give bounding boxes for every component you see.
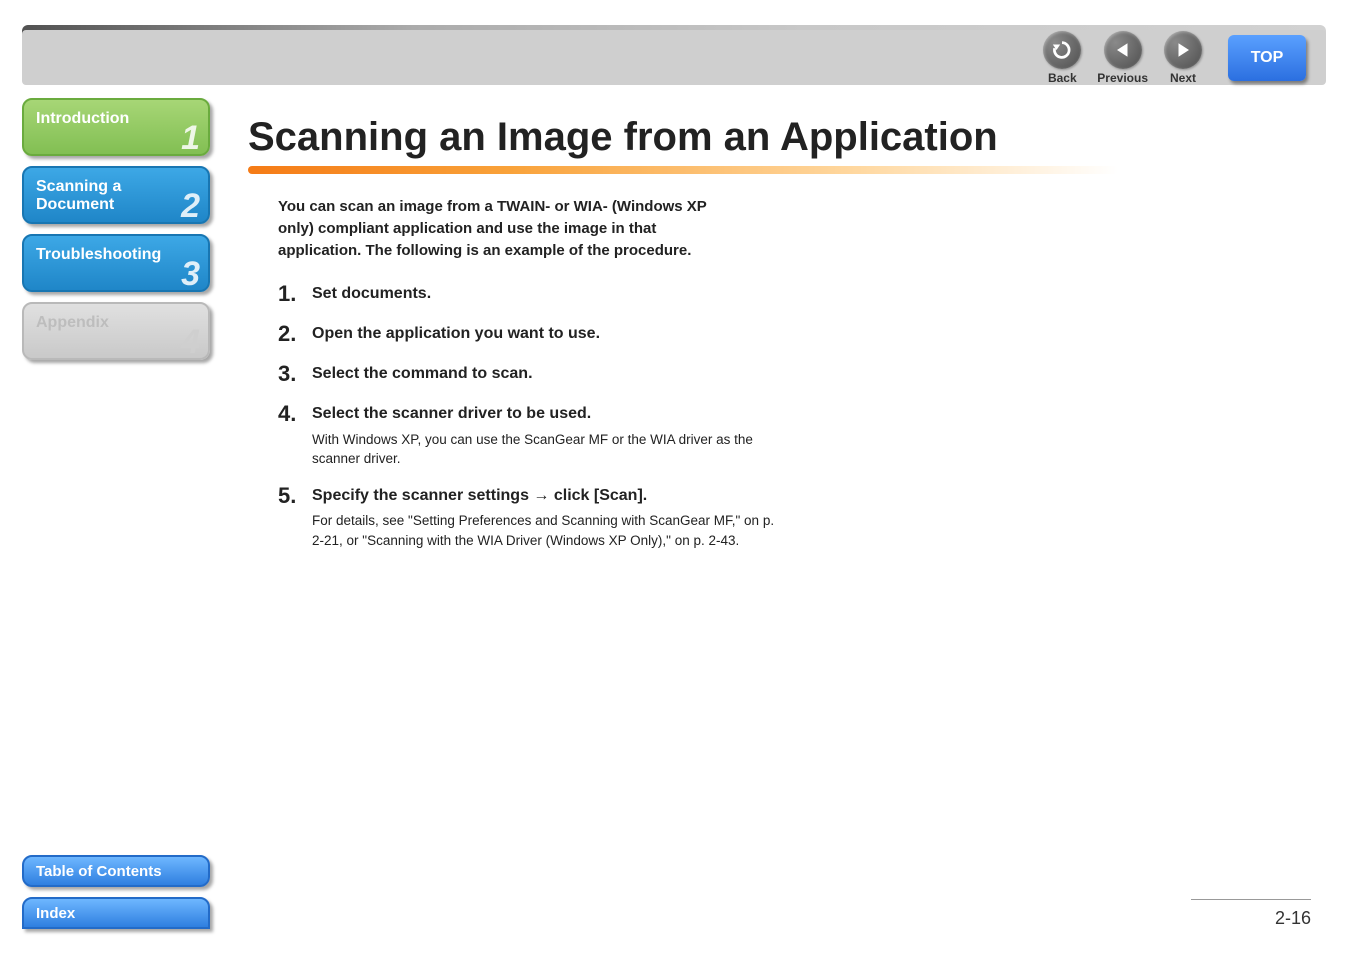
steps-list: 1. Set documents. 2. Open the applicatio…	[278, 281, 778, 550]
step-4: 4. Select the scanner driver to be used.…	[278, 401, 778, 469]
step-number: 2.	[278, 321, 312, 347]
toc-label: Table of Contents	[36, 863, 162, 880]
step-title: Set documents.	[312, 283, 778, 305]
sidebar-item-label: Troubleshooting	[36, 246, 161, 263]
next-label: Next	[1170, 71, 1196, 85]
step-body: Specify the scanner settings → click [Sc…	[312, 483, 778, 551]
sidebar-item-number: 3	[181, 255, 200, 294]
sidebar-item-label: Scanning a Document	[36, 178, 121, 213]
index-label: Index	[36, 905, 75, 922]
step-title: Select the scanner driver to be used.	[312, 403, 778, 425]
sidebar-bottom: Table of Contents Index	[22, 855, 210, 929]
step-2: 2. Open the application you want to use.	[278, 321, 778, 347]
step-detail: With Windows XP, you can use the ScanGea…	[312, 430, 778, 469]
title-rule	[248, 166, 1118, 174]
step-title: Specify the scanner settings → click [Sc…	[312, 485, 778, 507]
sidebar-item-appendix[interactable]: Appendix 4	[22, 302, 210, 360]
sidebar-item-label: Appendix	[36, 314, 109, 331]
step-detail: For details, see "Setting Preferences an…	[312, 511, 778, 550]
step-number: 5.	[278, 483, 312, 551]
intro-text: You can scan an image from a TWAIN- or W…	[278, 196, 738, 261]
step-title: Open the application you want to use.	[312, 323, 778, 345]
step-body: Open the application you want to use.	[312, 321, 778, 347]
previous-button[interactable]: Previous	[1097, 31, 1148, 85]
step-1: 1. Set documents.	[278, 281, 778, 307]
step-body: Select the command to scan.	[312, 361, 778, 387]
sidebar-item-label: Introduction	[36, 110, 129, 127]
top-nav: Back Previous Next TOP	[1043, 30, 1306, 85]
step-number: 1.	[278, 281, 312, 307]
header-band: Back Previous Next TOP	[22, 25, 1326, 85]
step-number: 4.	[278, 401, 312, 469]
sidebar-item-number: 1	[181, 119, 200, 158]
sidebar-item-troubleshooting[interactable]: Troubleshooting 3	[22, 234, 210, 292]
next-icon	[1164, 31, 1202, 69]
next-button[interactable]: Next	[1164, 31, 1202, 85]
sidebar-item-scanning-document[interactable]: Scanning a Document 2	[22, 166, 210, 224]
sidebar-item-number: 2	[181, 187, 200, 226]
back-label: Back	[1048, 71, 1077, 85]
main-content: Scanning an Image from an Application Yo…	[248, 115, 1311, 564]
page-title: Scanning an Image from an Application	[248, 115, 1311, 160]
header-band-inner: Back Previous Next TOP	[22, 30, 1326, 85]
top-button[interactable]: TOP	[1228, 35, 1306, 81]
index-button[interactable]: Index	[22, 897, 210, 929]
step-body: Set documents.	[312, 281, 778, 307]
step-title: Select the command to scan.	[312, 363, 778, 385]
top-button-label: TOP	[1251, 49, 1284, 67]
page-number: 2-16	[1275, 908, 1311, 929]
step-number: 3.	[278, 361, 312, 387]
sidebar-item-number: 4	[181, 323, 200, 362]
toc-button[interactable]: Table of Contents	[22, 855, 210, 887]
back-icon	[1043, 31, 1081, 69]
page-number-rule	[1191, 899, 1311, 900]
step-body: Select the scanner driver to be used. Wi…	[312, 401, 778, 469]
back-button[interactable]: Back	[1043, 31, 1081, 85]
previous-icon	[1104, 31, 1142, 69]
step-5: 5. Specify the scanner settings → click …	[278, 483, 778, 551]
sidebar-item-introduction[interactable]: Introduction 1	[22, 98, 210, 156]
step-3: 3. Select the command to scan.	[278, 361, 778, 387]
previous-label: Previous	[1097, 71, 1148, 85]
sidebar: Introduction 1 Scanning a Document 2 Tro…	[22, 98, 210, 370]
